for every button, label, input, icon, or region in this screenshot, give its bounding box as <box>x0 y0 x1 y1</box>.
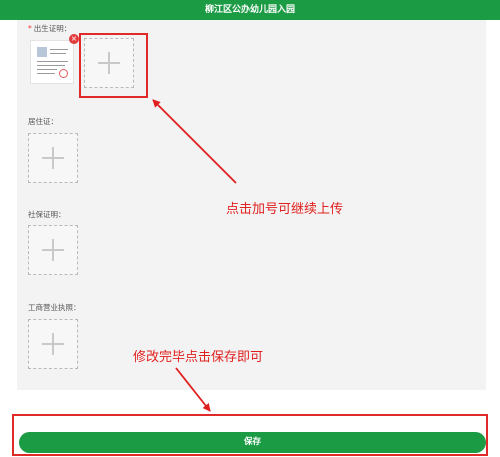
save-button[interactable]: 保存 <box>19 432 486 453</box>
arrow-icon <box>175 367 211 412</box>
annotation-arrows <box>152 99 237 412</box>
arrow-icon <box>152 99 237 184</box>
